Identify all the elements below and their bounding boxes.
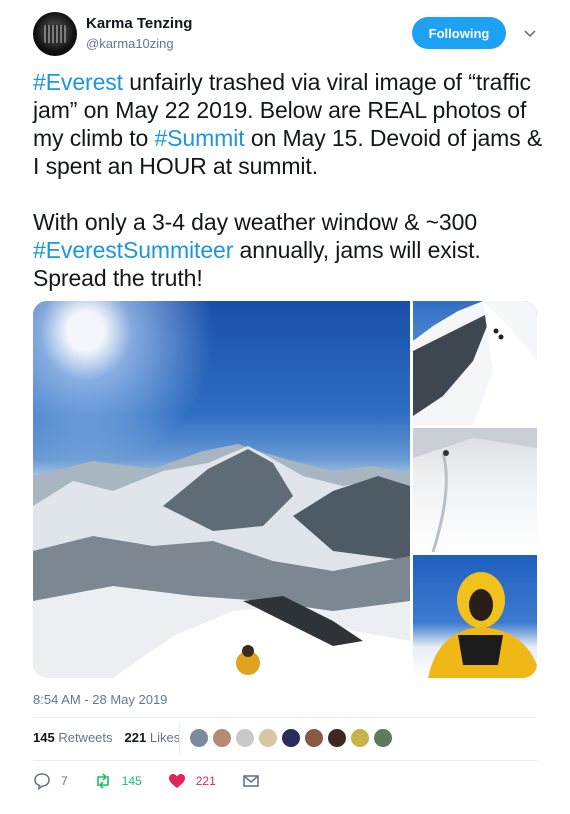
liker-avatar[interactable] — [281, 728, 301, 748]
tweet-header: Karma Tenzing @karma10zing Following — [33, 12, 543, 58]
retweet-count: 145 — [121, 774, 142, 788]
retweets-stat[interactable]: 145 Retweets — [33, 730, 113, 745]
tweet-paragraph-2: With only a 3-4 day weather window & ~30… — [33, 208, 543, 292]
ridge-illustration — [413, 301, 537, 425]
photo-climber-portrait[interactable] — [413, 555, 537, 678]
liker-avatars — [189, 728, 396, 748]
liker-avatar[interactable] — [304, 728, 324, 748]
divider-top — [33, 717, 537, 718]
like-button[interactable]: 221 — [168, 772, 216, 790]
retweets-label: Retweets — [58, 730, 113, 745]
photo-snow-slope[interactable] — [413, 428, 537, 553]
message-button[interactable] — [242, 772, 260, 790]
climber-illustration — [428, 572, 537, 678]
photo-summit-ridge[interactable] — [413, 301, 537, 425]
reply-count: 7 — [61, 774, 68, 788]
retweet-icon — [96, 773, 109, 789]
author-name[interactable]: Karma Tenzing — [86, 15, 192, 32]
liker-avatar[interactable] — [258, 728, 278, 748]
liker-avatar[interactable] — [212, 728, 232, 748]
mountain-illustration — [33, 444, 410, 678]
hashtag-link[interactable]: #Everest — [33, 69, 123, 95]
photo-everest-summit-view[interactable] — [33, 301, 410, 678]
avatar-logo — [44, 25, 66, 43]
liker-avatar[interactable] — [373, 728, 393, 748]
reply-button[interactable]: 7 — [33, 772, 68, 790]
author-avatar[interactable] — [33, 12, 77, 56]
following-button[interactable]: Following — [412, 17, 506, 49]
action-bar: 7 145 221 — [33, 772, 286, 790]
liker-avatar[interactable] — [189, 728, 209, 748]
retweet-button[interactable]: 145 — [94, 772, 142, 790]
media-grid — [33, 301, 537, 678]
likes-stat[interactable]: 221 Likes — [125, 730, 181, 745]
liker-avatar[interactable] — [235, 728, 255, 748]
tweet-timestamp[interactable]: 8:54 AM - 28 May 2019 — [33, 692, 167, 707]
stats-separator — [179, 722, 180, 754]
author-handle[interactable]: @karma10zing — [86, 36, 174, 51]
likes-label: Likes — [149, 730, 181, 745]
engagement-stats: 145 Retweets 221 Likes — [33, 730, 192, 745]
retweets-count: 145 — [33, 730, 55, 745]
liker-avatar[interactable] — [327, 728, 347, 748]
reply-icon — [34, 773, 50, 790]
hashtag-link[interactable]: #Summit — [154, 125, 244, 151]
tweet-text: #Everest unfairly trashed via viral imag… — [33, 68, 543, 292]
tweet-text-segment: With only a 3-4 day weather window & ~30… — [33, 209, 478, 235]
heart-icon — [168, 774, 185, 788]
slope-illustration — [413, 428, 537, 553]
hashtag-link[interactable]: #EverestSummiteer — [33, 237, 233, 263]
likes-count: 221 — [124, 730, 147, 745]
liker-avatar[interactable] — [350, 728, 370, 748]
envelope-icon — [242, 775, 259, 787]
chevron-down-icon[interactable] — [523, 26, 537, 40]
like-count: 221 — [195, 774, 216, 788]
tweet-paragraph-1: #Everest unfairly trashed via viral imag… — [33, 68, 543, 180]
divider-bottom — [33, 760, 537, 761]
